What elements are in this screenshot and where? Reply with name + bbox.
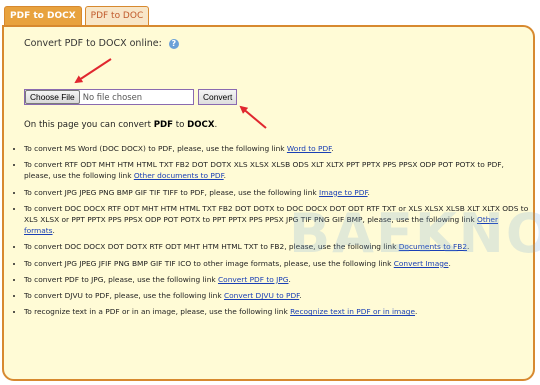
link-convert-djvu-to-pdf[interactable]: Convert DJVU to PDF [224, 291, 299, 300]
link-word-to-pdf[interactable]: Word to PDF [287, 144, 331, 153]
list-item: To convert MS Word (DOC DOCX) to PDF, pl… [24, 143, 529, 154]
item-text: To convert DOC DOCX RTF ODT MHT HTM HTML… [24, 203, 529, 225]
link-other-documents-to-pdf[interactable]: Other documents to PDF [134, 171, 224, 180]
item-text: To recognize text in a PDF or in an imag… [24, 307, 291, 317]
item-end: . [467, 242, 470, 252]
item-text: To convert DJVU to PDF, please, use the … [24, 291, 224, 301]
heading-text: Convert PDF to DOCX online: [24, 38, 162, 49]
list-item: To convert DOC DOCX RTF ODT MHT HTM HTML… [24, 203, 529, 237]
upload-row: Choose File No file chosen Convert [24, 89, 238, 105]
choose-file-button[interactable]: Choose File [25, 90, 80, 104]
intro-suffix: . [214, 120, 218, 130]
list-item: To convert JPG JPEG PNG BMP GIF TIF TIFF… [24, 187, 529, 198]
item-end: . [448, 258, 451, 268]
item-text: To convert MS Word (DOC DOCX) to PDF, pl… [24, 144, 287, 153]
item-end: . [223, 171, 226, 181]
list-item: To convert RTF ODT MHT HTM HTML TXT FB2 … [24, 159, 529, 181]
list-item: To convert DOC DOCX DOT DOTX RTF ODT MHT… [24, 241, 529, 252]
page-heading: Convert PDF to DOCX online: ? [24, 38, 179, 49]
link-recognize-text[interactable]: Recognize text in PDF or in image [290, 307, 415, 316]
list-item: To recognize text in a PDF or in an imag… [24, 306, 529, 317]
intro-middle: to [173, 120, 188, 130]
tab-bar: PDF to DOCX PDF to DOC [4, 6, 150, 26]
file-status: No file chosen [82, 92, 143, 102]
link-documents-to-fb2[interactable]: Documents to FB2 [399, 242, 467, 251]
help-icon[interactable]: ? [168, 38, 179, 49]
item-text: To convert JPG JPEG PNG BMP GIF TIF TIFF… [24, 187, 320, 197]
item-end: . [331, 144, 334, 153]
item-text: To convert JPG JPEG JFIF PNG BMP GIF TIF… [24, 258, 394, 268]
link-image-to-pdf[interactable]: Image to PDF [319, 188, 367, 197]
list-item: To convert DJVU to PDF, please, use the … [24, 290, 529, 301]
item-text: To convert PDF to JPG, please, use the f… [24, 274, 219, 284]
item-end: . [415, 307, 418, 317]
item-text: To convert DOC DOCX DOT DOTX RTF ODT MHT… [24, 242, 399, 252]
tab-pdf-to-doc[interactable]: PDF to DOC [84, 6, 150, 26]
file-input[interactable]: Choose File No file chosen [24, 89, 194, 105]
intro-from: PDF [153, 120, 173, 130]
intro-to: DOCX [187, 120, 215, 130]
intro-prefix: On this page you can convert [24, 120, 154, 130]
item-text: To convert RTF ODT MHT HTM HTML TXT FB2 … [24, 160, 504, 181]
list-item: To convert PDF to JPG, please, use the f… [24, 274, 529, 285]
intro-text: On this page you can convert PDF to DOCX… [24, 120, 217, 130]
link-convert-pdf-to-jpg[interactable]: Convert PDF to JPG [218, 275, 288, 284]
item-end: . [367, 187, 370, 197]
link-convert-image[interactable]: Convert Image [394, 259, 449, 268]
item-end: . [288, 274, 291, 284]
item-end: . [299, 291, 302, 301]
conversion-links-list: To convert MS Word (DOC DOCX) to PDF, pl… [10, 143, 529, 322]
converter-panel: Convert PDF to DOCX online: ? Choose Fil… [2, 25, 540, 381]
list-item: To convert JPG JPEG JFIF PNG BMP GIF TIF… [24, 258, 529, 269]
tab-pdf-to-docx[interactable]: PDF to DOCX [4, 6, 82, 26]
item-end: . [52, 226, 55, 236]
convert-button[interactable]: Convert [198, 89, 238, 105]
